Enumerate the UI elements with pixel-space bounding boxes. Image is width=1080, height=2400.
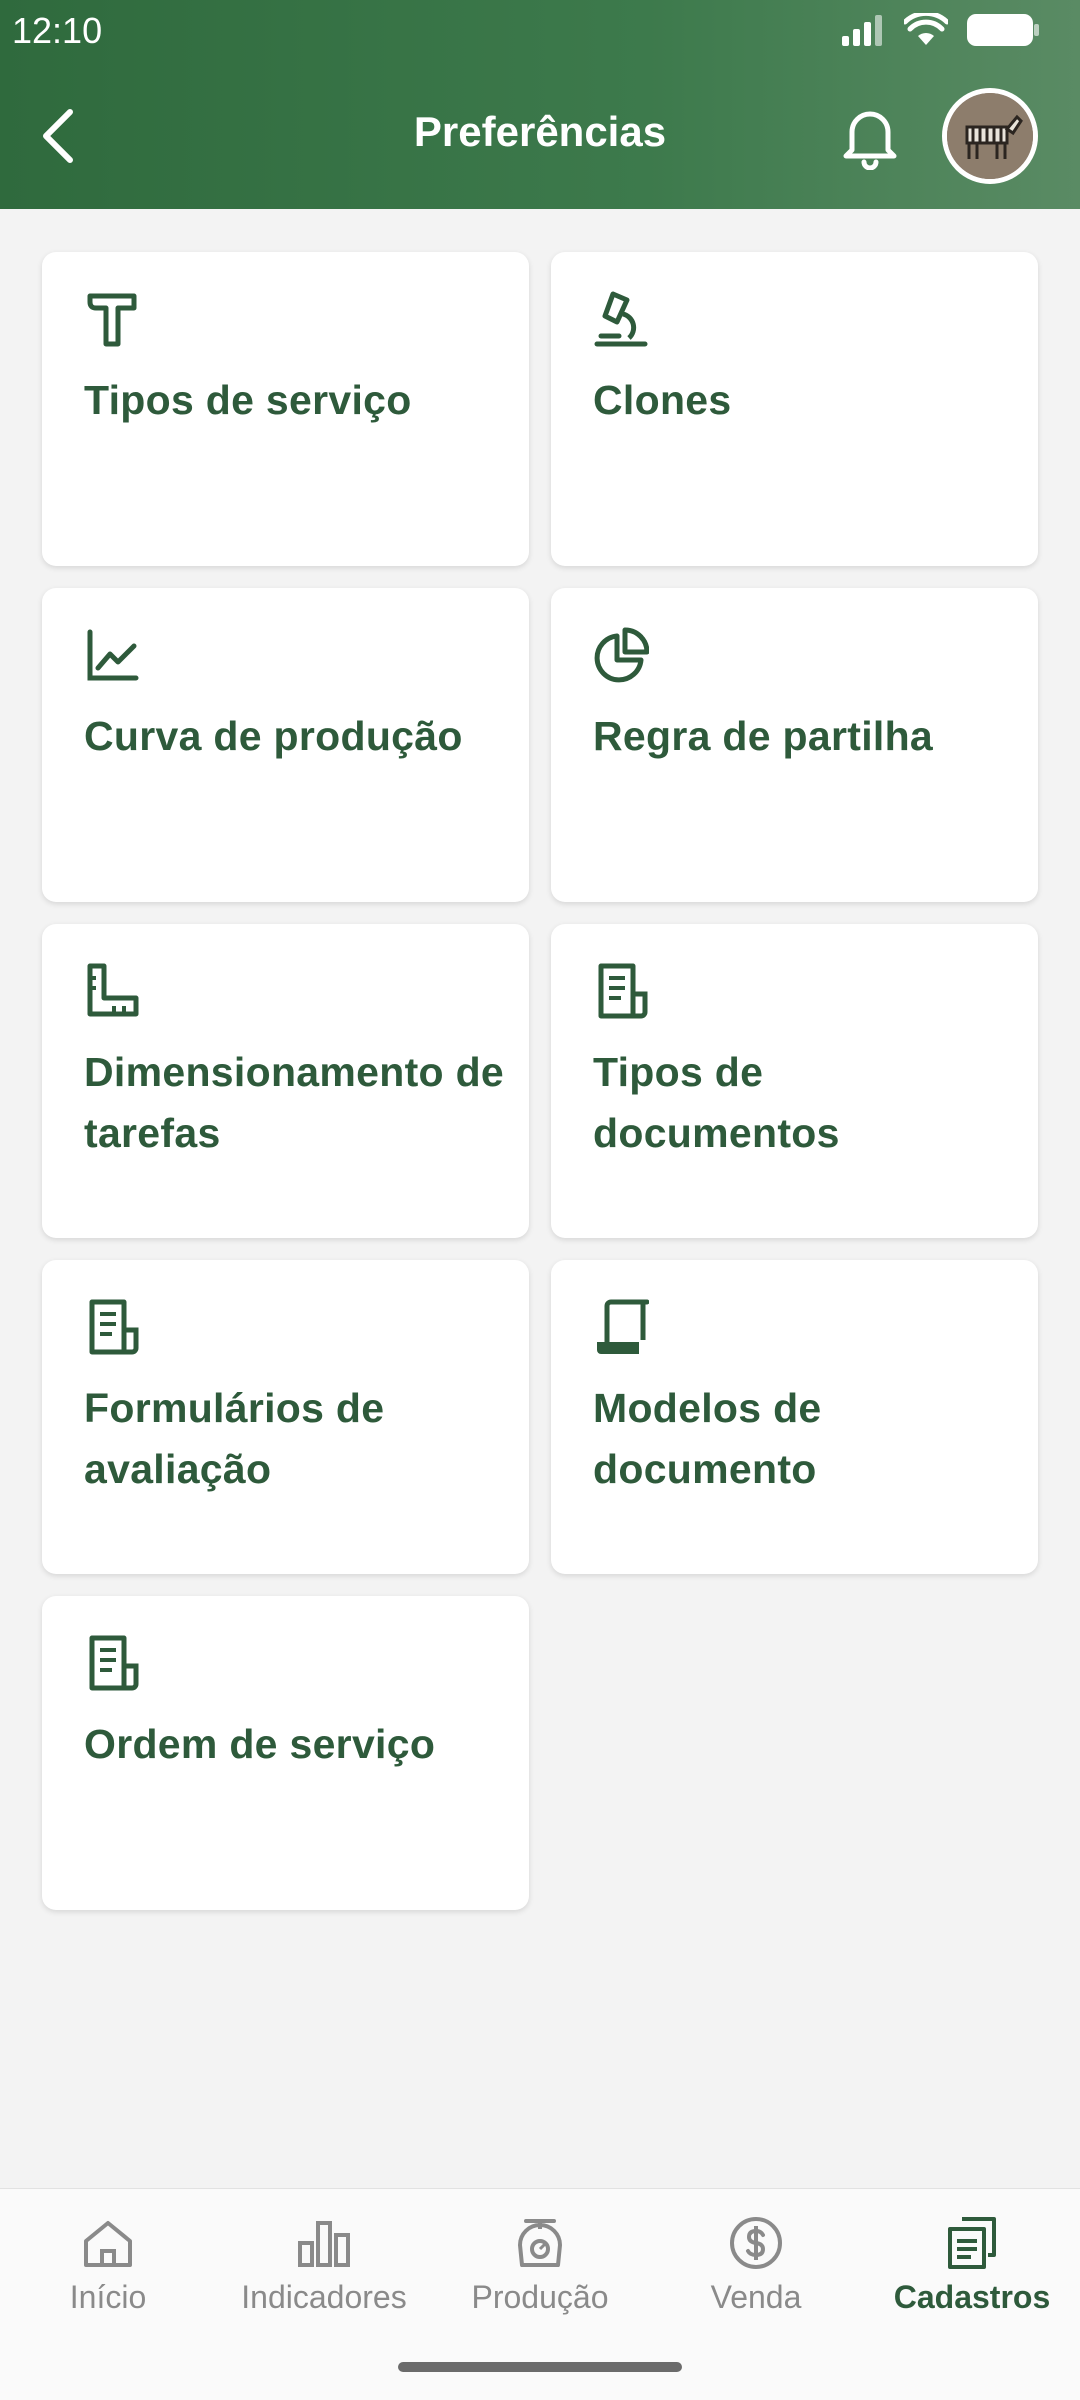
- zebra-avatar-image: [947, 93, 1033, 179]
- nav-item-cadastros[interactable]: Cadastros: [864, 2215, 1080, 2335]
- status-icons: [840, 12, 1040, 48]
- card-label: Regra de partilha: [593, 713, 934, 759]
- card-formularios-de-avaliacao[interactable]: Formulários de avaliação: [42, 1260, 529, 1574]
- nav-label: Produção: [471, 2279, 609, 2315]
- card-clones[interactable]: Clones: [551, 252, 1038, 566]
- card-label: Ordem de serviço: [84, 1721, 436, 1767]
- nav-item-indicadores[interactable]: Indicadores: [216, 2215, 432, 2335]
- scroll-icon: [597, 1299, 649, 1354]
- card-label: Modelos de documento: [593, 1385, 822, 1492]
- line-chart-icon: [87, 629, 139, 681]
- avatar[interactable]: [942, 88, 1038, 184]
- nav-label: Indicadores: [241, 2279, 407, 2315]
- battery-icon: [967, 14, 1039, 46]
- card-tipos-de-documentos[interactable]: Tipos de documentos: [551, 924, 1038, 1238]
- home-indicator[interactable]: [398, 2362, 682, 2372]
- card-label: Tipos de documentos: [593, 1049, 840, 1156]
- card-tipos-de-servico[interactable]: Tipos de serviço: [42, 252, 529, 566]
- bell-icon: [843, 111, 897, 171]
- status-time: 12:10: [12, 10, 103, 51]
- app-header: 12:10 Preferências: [0, 0, 1080, 209]
- nav-item-producao[interactable]: Produção: [432, 2215, 648, 2335]
- nav-label: Venda: [710, 2279, 802, 2315]
- hammer-icon: [87, 293, 137, 347]
- card-dimensionamento-de-tarefas[interactable]: Dimensionamento de tarefas: [42, 924, 529, 1238]
- card-label: Curva de produção: [84, 713, 463, 759]
- microscope-icon: [594, 291, 648, 347]
- notifications-button[interactable]: [840, 104, 900, 171]
- document-icon: [598, 963, 648, 1019]
- card-label: Clones: [593, 377, 732, 423]
- page-title: Preferências: [413, 108, 667, 155]
- wifi-icon: [904, 13, 948, 45]
- scale-icon: [518, 2219, 562, 2267]
- card-modelos-de-documento[interactable]: Modelos de documento: [551, 1260, 1038, 1574]
- signal-icon: [842, 15, 882, 46]
- bar-chart-icon: [298, 2221, 350, 2267]
- card-label: Formulários de avaliação: [84, 1385, 385, 1492]
- documents-icon: [948, 2217, 996, 2269]
- card-curva-de-producao[interactable]: Curva de produção: [42, 588, 529, 902]
- nav-label: Início: [69, 2279, 147, 2315]
- card-regra-de-partilha[interactable]: Regra de partilha: [551, 588, 1038, 902]
- nav-label: Cadastros: [893, 2279, 1051, 2315]
- dollar-icon: [730, 2217, 782, 2269]
- card-label: Dimensionamento de tarefas: [84, 1049, 505, 1156]
- card-ordem-de-servico[interactable]: Ordem de serviço: [42, 1596, 529, 1910]
- nav-item-venda[interactable]: Venda: [648, 2215, 864, 2335]
- nav-item-inicio[interactable]: Início: [0, 2215, 216, 2335]
- document-icon: [89, 1635, 139, 1691]
- card-label: Tipos de serviço: [84, 377, 412, 423]
- home-icon: [84, 2221, 132, 2267]
- pie-chart-icon: [594, 627, 649, 683]
- document-icon: [89, 1299, 139, 1355]
- ruler-icon: [87, 963, 139, 1017]
